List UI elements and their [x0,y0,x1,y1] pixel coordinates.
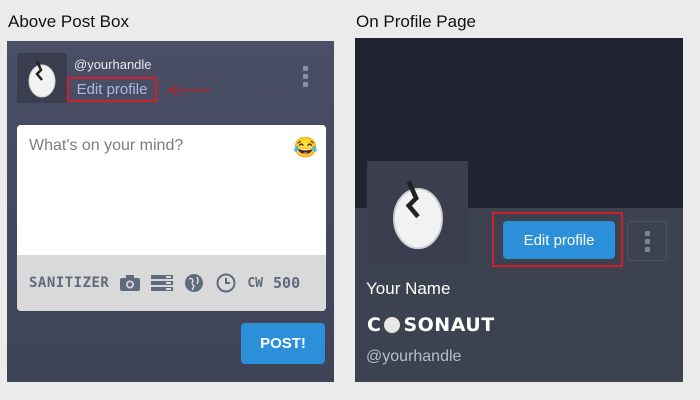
egg-avatar-icon [28,60,56,98]
more-options-icon [645,231,650,252]
egg-avatar-icon [392,180,443,249]
cosonaut-logo: C SONAUT [367,313,495,337]
globe-icon[interactable] [183,272,205,294]
character-counter: 500 [273,274,301,292]
post-button[interactable]: POST! [241,323,325,364]
compose-form: 😂 SANITIZER CW 500 [17,125,326,311]
pointer-arrow-icon [167,84,211,96]
compose-textarea[interactable] [17,125,326,255]
caption-above-post-box: Above Post Box [8,12,129,31]
profile-page-panel: Edit profile Your Name C SONAUT @yourhan… [355,38,683,382]
edit-profile-button[interactable]: Edit profile [503,221,615,259]
more-options-icon[interactable] [303,66,308,87]
post-box-panel: @yourhandle Edit profile 😂 SANITIZER CW … [7,41,334,382]
display-name: Your Name [366,279,451,298]
caption-on-profile-page: On Profile Page [356,12,477,31]
logo-text-left: C [367,314,382,336]
edit-profile-link[interactable]: Edit profile [67,77,157,102]
astronaut-icon [382,315,403,335]
emoji-picker-icon[interactable]: 😂 [293,135,318,160]
avatar[interactable] [17,53,67,103]
compose-toolbar: SANITIZER CW 500 [17,255,326,311]
profile-avatar[interactable] [367,161,468,264]
profile-options-button[interactable] [627,221,667,261]
camera-icon[interactable] [119,272,141,294]
clock-icon[interactable] [215,272,237,294]
account-handle: @yourhandle [74,57,152,72]
content-warning-button[interactable]: CW [247,276,263,291]
logo-text-right: SONAUT [403,314,495,336]
list-icon[interactable] [151,272,174,294]
profile-handle: @yourhandle [366,348,462,365]
sanitizer-button[interactable]: SANITIZER [29,275,109,291]
